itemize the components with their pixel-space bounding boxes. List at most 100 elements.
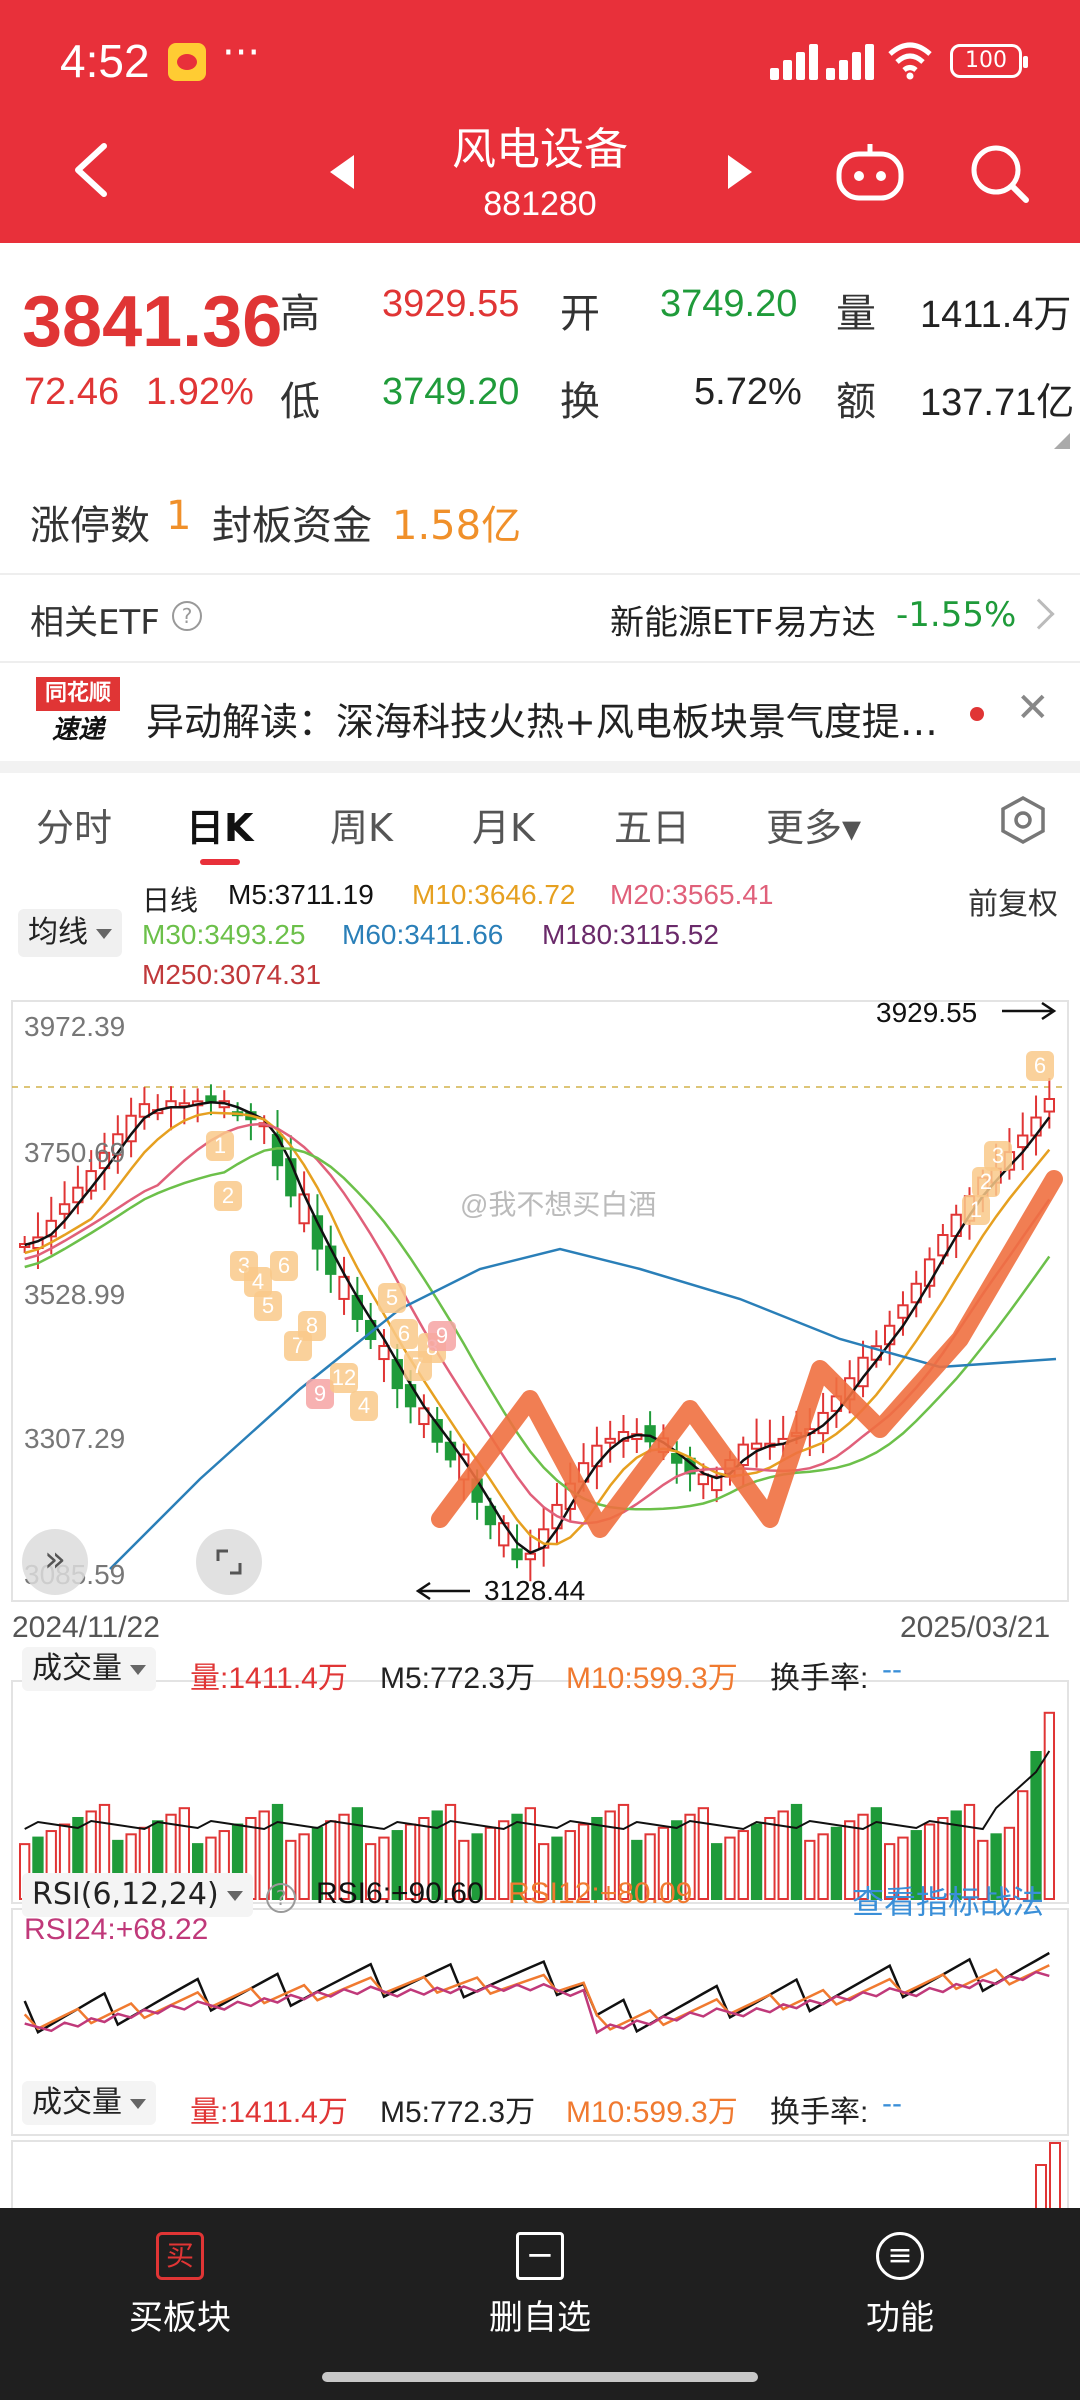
y-label: 3750.69 xyxy=(24,1137,126,1168)
close-icon[interactable]: ✕ xyxy=(1016,685,1050,731)
volume-indicator-dropdown-2[interactable]: 成交量 xyxy=(22,2081,156,2125)
rsi24-value: RSI24:+68.22 xyxy=(24,1913,209,1946)
tab-weekly-k[interactable]: 周K xyxy=(330,797,393,852)
assistant-robot-icon[interactable] xyxy=(835,140,905,204)
volume-value: 1411.4万 xyxy=(920,294,1072,336)
buy-sector-button[interactable]: 买 买板块 xyxy=(80,2232,280,2339)
settings-hexagon-icon[interactable] xyxy=(998,795,1048,845)
help-icon[interactable]: ? xyxy=(266,1883,296,1913)
rsi12-line xyxy=(23,1964,1050,2031)
volume-bars-2 xyxy=(1035,2142,1061,2209)
chevron-down-icon xyxy=(226,1890,243,1901)
signal-marker-number: 6 xyxy=(398,1321,410,1346)
turnover-rate-label: 换手率: xyxy=(770,1662,869,1695)
news-headline: 异动解读：深海科技火热+风电板块景气度提… xyxy=(146,700,938,744)
volume-bar xyxy=(484,1826,497,1901)
status-bar: 4:52 ··· 100 xyxy=(0,0,1080,125)
drawn-zigzag-annotation xyxy=(431,1170,1063,1538)
tab-more[interactable]: 更多▾ xyxy=(766,797,861,852)
candle-body xyxy=(644,1425,656,1443)
rsi-lines xyxy=(23,1951,1050,2035)
candle-body xyxy=(750,1442,763,1450)
candle-body xyxy=(378,1345,390,1361)
status-time: 4:52 xyxy=(60,35,150,87)
volume-bar xyxy=(804,1839,816,1900)
related-etf-label: 相关ETF xyxy=(30,603,160,643)
expand-left-button[interactable]: » xyxy=(22,1529,88,1595)
open-label: 开 xyxy=(560,291,600,337)
tab-intraday[interactable]: 分时 xyxy=(36,797,112,852)
ths-news-logo: 同花顺 速递 xyxy=(36,677,120,749)
limit-up-row: 涨停数 1 封板资金 1.58亿 xyxy=(0,463,1080,573)
battery-icon: 100 xyxy=(950,44,1028,78)
volume-indicator-dropdown[interactable]: 成交量 xyxy=(22,1647,156,1691)
quote-panel: 3841.36 72.46 1.92% 高 3929.55 开 3749.20 … xyxy=(0,243,1080,463)
volume-m10: M10:599.3万 xyxy=(566,2096,738,2129)
candle-body xyxy=(511,1548,523,1561)
indicator-strategy-link[interactable]: 查看指标战法 xyxy=(852,1877,1044,1923)
seal-fund-value: 1.58亿 xyxy=(392,503,522,549)
fullscreen-icon xyxy=(216,1549,242,1575)
candle-body xyxy=(604,1437,616,1444)
expand-quote-icon[interactable] xyxy=(1054,433,1070,449)
chart-period-tabs: 分时 日K 周K 月K 五日 更多▾ xyxy=(0,773,1080,869)
amount-value: 137.71亿 xyxy=(920,382,1075,424)
high-label: 高 xyxy=(280,291,320,337)
volume-bar xyxy=(1035,2164,1047,2209)
signal-marker-number: 9 xyxy=(436,1323,448,1348)
volume-m5: M5:772.3万 xyxy=(380,2096,536,2129)
y-label: 3307.29 xyxy=(24,1423,126,1454)
remove-watchlist-button[interactable]: − 删自选 xyxy=(440,2232,640,2339)
tab-five-day[interactable]: 五日 xyxy=(614,797,690,852)
signal-marker-number: 12 xyxy=(332,1365,356,1390)
ma10-line xyxy=(24,1111,1051,1546)
volume-bar xyxy=(750,1823,763,1901)
rsi12-value: RSI12:+80.09 xyxy=(508,1877,693,1910)
signal-marker-number: 6 xyxy=(278,1253,290,1278)
next-sector-button[interactable] xyxy=(728,155,752,189)
chevron-down-icon xyxy=(130,2098,146,2109)
chevron-down-icon xyxy=(130,1664,146,1675)
signal-marker-number: 4 xyxy=(358,1393,370,1418)
volume-frame-2 xyxy=(11,2140,1069,2209)
tab-monthly-k[interactable]: 月K xyxy=(472,797,535,852)
candle-body xyxy=(897,1304,909,1319)
signal-marker-number: 5 xyxy=(386,1285,398,1310)
limit-count-value: 1 xyxy=(166,493,192,539)
kline-svg: 123456789124567891236 xyxy=(11,1000,1069,2209)
candle-body xyxy=(1030,1116,1042,1137)
volume-m5: M5:772.3万 xyxy=(380,1662,536,1695)
signal-marker-number: 9 xyxy=(314,1381,326,1406)
tab-daily-k[interactable]: 日K xyxy=(186,797,253,852)
volume-current: 量:1411.4万 xyxy=(190,2096,348,2129)
home-indicator[interactable] xyxy=(322,2372,758,2382)
volume-bar xyxy=(1049,2142,1061,2209)
candle-body xyxy=(1043,1098,1056,1113)
ma5-line xyxy=(24,1101,1051,1555)
wifi-icon xyxy=(888,42,932,80)
turnover-label: 换 xyxy=(560,379,600,425)
volume-bars xyxy=(18,1711,1056,1901)
volume-bar xyxy=(724,1836,736,1901)
unread-dot xyxy=(970,707,984,721)
etf-name: 新能源ETF易方达 xyxy=(610,603,876,643)
fullscreen-button[interactable] xyxy=(196,1529,262,1595)
signal-marker-number: 2 xyxy=(980,1169,992,1194)
search-icon[interactable] xyxy=(968,142,1032,206)
rsi-indicator-dropdown[interactable]: RSI(6,12,24) xyxy=(22,1873,253,1917)
turnover-rate-label: 换手率: xyxy=(770,2096,869,2129)
volume-bar xyxy=(258,1810,270,1900)
related-etf-row[interactable]: 相关ETF ? 新能源ETF易方达 -1.55% xyxy=(0,573,1080,661)
news-banner[interactable]: 同花顺 速递 异动解读：深海科技火热+风电板块景气度提… ✕ xyxy=(0,661,1080,761)
weibo-notification-icon xyxy=(168,43,206,81)
volume-bar xyxy=(790,1803,803,1900)
price-change: 72.46 xyxy=(24,371,120,413)
watermark: @我不想买白酒 xyxy=(460,1189,657,1220)
help-icon[interactable]: ? xyxy=(172,601,202,631)
volume-bar xyxy=(764,1816,776,1901)
rsi6-value: RSI6:+90.60 xyxy=(316,1877,484,1910)
functions-button[interactable]: ≡ 功能 xyxy=(800,2232,1000,2339)
volume-bar xyxy=(830,1826,843,1901)
price-change-pct: 1.92% xyxy=(146,371,254,413)
signal-marker-number: 6 xyxy=(1034,1053,1046,1078)
